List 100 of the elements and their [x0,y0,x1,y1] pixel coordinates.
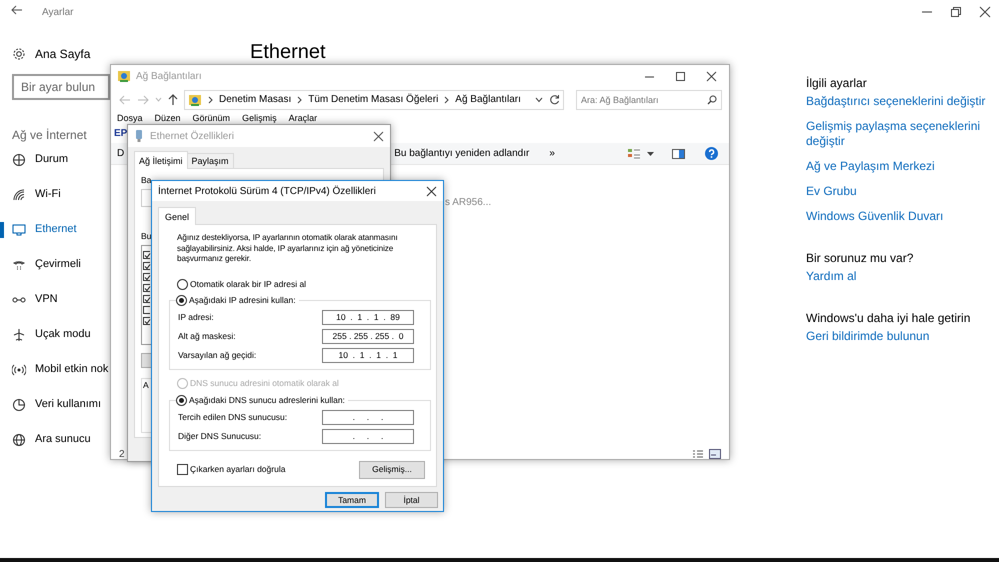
checkbox[interactable] [143,295,150,303]
monitor-icon [12,222,26,236]
chevron-down-icon[interactable] [535,96,543,102]
nav-item[interactable]: Çevirmeli [12,247,81,282]
caret-icon[interactable] [647,152,654,156]
settings-link[interactable]: Ağ ve Paylaşım Merkezi [806,159,935,174]
radio-option[interactable]: Aşağıdaki DNS sunucu adreslerini kullan: [176,392,348,408]
help-link[interactable]: Yardım al [806,269,856,284]
menu-item[interactable]: Araçlar [288,113,318,124]
item-text-fragment: s AR956... [445,196,492,210]
view-options-icon[interactable] [627,148,641,160]
chevron-right-icon [297,96,302,104]
maximize-icon[interactable] [675,70,686,82]
close-button[interactable] [426,186,437,196]
menu-item[interactable]: Gelişmiş [242,113,277,124]
command-fragment[interactable]: D [117,146,124,161]
close-icon[interactable] [979,6,991,18]
wifi-icon [12,188,26,202]
ip-address-field[interactable]: . . . [322,410,414,424]
pie-chart-icon [12,398,26,412]
network-adapter-icon [134,129,144,143]
window-title: Ayarlar [42,6,74,20]
address-bar[interactable]: Denetim Masası Tüm Denetim Masası Öğeleri Ağ Bağlantıları [184,90,564,110]
tab[interactable]: Ağ İletişimi [134,151,188,169]
checkbox[interactable] [143,306,150,314]
checkbox[interactable] [143,284,150,292]
radio-option[interactable]: Otomatik olarak bir IP adresi al [177,276,306,292]
field-label: Tercih edilen DNS sunucusu: [178,410,288,424]
ip-address-field[interactable]: 10 . 1 . 1 . 1 [322,348,414,362]
label-fragment: Bu [141,231,152,242]
menu-item[interactable]: Görünüm [192,113,230,124]
menu-item[interactable]: Dosya [117,113,143,124]
breadcrumb-item[interactable]: Ağ Bağlantıları [455,92,521,107]
breadcrumb-item[interactable]: Tüm Denetim Masası Öğeleri [308,92,438,107]
chevron-right-icon [444,96,450,104]
checkbox[interactable] [143,273,150,281]
tab[interactable]: Genel [158,207,196,225]
window-title: İnternet Protokolü Sürüm 4 (TCP/IPv4) Özellikleri [158,184,376,198]
selection-indicator [0,222,4,238]
refresh-icon[interactable] [549,94,560,105]
network-folder-icon [188,92,202,106]
nav-item[interactable]: Durum [12,142,68,177]
details-view-icon[interactable] [692,449,704,459]
tab[interactable]: Paylaşım [186,153,234,168]
close-button[interactable] [373,130,384,142]
checkbox[interactable] [143,251,150,259]
preview-pane-icon[interactable] [672,148,685,158]
advanced-button[interactable]: Gelişmiş... [359,460,425,478]
nav-item[interactable]: Ara sunucu [12,422,91,457]
field-label: Alt ağ maskesi: [178,330,237,342]
restore-icon[interactable] [950,6,962,18]
search-icon[interactable] [707,94,717,104]
hotspot-icon [12,362,26,376]
heading-fragment: EP [114,127,128,141]
check-icon [144,318,151,325]
checkbox[interactable] [143,262,150,270]
feedback-link[interactable]: Geri bildirimde bulunun [806,329,930,344]
nav-item[interactable]: Veri kullanımı [12,387,102,422]
ok-button[interactable]: Tamam [325,492,379,508]
network-folder-icon [117,69,131,83]
radio-option[interactable]: Aşağıdaki IP adresini kullan: [176,292,299,308]
breadcrumb-item[interactable]: Denetim Masası [219,92,292,107]
nav-item[interactable]: Mobil etkin nok [12,352,108,387]
settings-link[interactable]: Windows Güvenlik Duvarı [806,209,944,224]
section-heading: Bir sorunuz mu var? [806,250,914,265]
nav-item[interactable]: Wi-Fi [12,177,61,212]
close-icon [426,186,437,196]
home-link[interactable]: Ana Sayfa [12,45,250,63]
globe-icon [12,152,26,166]
close-icon[interactable] [706,70,717,82]
settings-icon [12,47,26,61]
large-icons-view-icon[interactable] [709,449,721,459]
checkbox[interactable] [143,317,150,325]
settings-link[interactable]: Gelişmiş paylaşma seçeneklerini değiştir [806,119,991,149]
menu-item[interactable]: Düzen [154,113,181,124]
nav-item[interactable]: Ethernet [12,212,77,247]
up-arrow-icon[interactable] [168,94,178,106]
more-commands[interactable]: » [549,146,555,161]
globe-icon [12,432,26,446]
help-icon[interactable] [705,147,718,160]
settings-link[interactable]: Bağdaştırıcı seçeneklerini değiştir [806,94,986,109]
field-label: Varsayılan ağ geçidi: [178,348,258,362]
status-fragment: 2 [119,448,125,462]
settings-link[interactable]: Ev Grubu [806,184,857,199]
nav-item[interactable]: VPN [12,282,58,317]
field-label: Diğer DNS Sunucusu: [178,430,262,442]
field-label: IP adresi: [178,310,215,324]
ip-address-field[interactable]: 255 . 255 . 255 . 0 [322,328,414,344]
section-heading: İlgili ayarlar [806,75,867,90]
nav-item[interactable]: Uçak modu [12,317,91,352]
search-field[interactable]: Bir ayar bulun [12,74,110,100]
description-text: Ağınız destekliyorsa, IP ayarlarının otomatik olarak atanmasını sağlayabilirsiniz. Aksi halde, IP ayarlarınız için ağ yöneticinize başvurmanız gerekir. [177,233,399,264]
toolbar-command[interactable]: Bu bağlantıyı yeniden adlandır [394,146,530,161]
ip-address-field[interactable]: . . . [322,428,414,444]
checkbox[interactable]: Çıkarken ayarları doğrula [177,463,286,476]
label-fragment: Ba [141,175,152,186]
cancel-button[interactable]: İptal [385,492,438,508]
back-arrow-icon [11,5,23,15]
ip-address-field[interactable]: 10 . 1 . 1 . 89 [322,310,414,324]
window-title: Ağ Bağlantıları [136,70,202,84]
